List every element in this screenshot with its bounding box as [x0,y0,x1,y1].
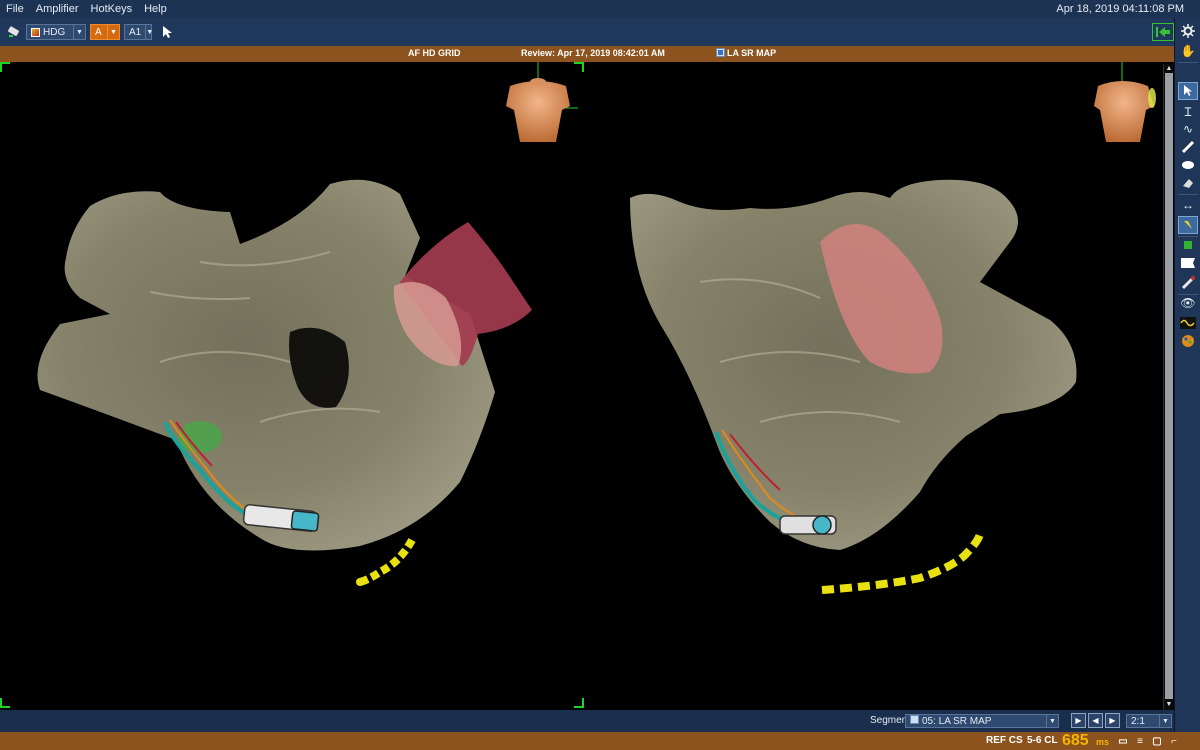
curve-icon[interactable]: ∿ [1178,120,1198,138]
segment-bar: Segment 05: LA SR MAP ▼ ▶ ◀ ▶ 2:1 ▼ [0,710,1174,732]
waveform-icon[interactable] [1178,314,1198,332]
catheter-icon[interactable] [1178,274,1198,292]
settings-icon[interactable] [1178,22,1198,40]
menu-amplifier[interactable]: Amplifier [30,3,85,15]
system-datetime: Apr 18, 2019 04:11:08 PM [1056,3,1184,15]
map-viewport[interactable] [0,62,1174,710]
left-atrium-shell-left[interactable] [37,179,533,551]
play-button[interactable]: ▶ [1071,713,1086,728]
chevron-down-icon: ▼ [1159,715,1171,727]
status-bar: REF CS 5-6 CL 685 ms ▭ ≡ ▢ ⌐ [0,732,1200,750]
flag-icon[interactable] [1178,254,1198,272]
line-icon[interactable] [1178,138,1198,156]
channel-selector[interactable]: A ▼ [90,24,120,40]
segment-selector-value: 05: LA SR MAP [922,715,992,727]
view-title-review: Review: Apr 17, 2019 08:42:01 AM [521,48,665,58]
scrollbar-thumb[interactable] [1165,73,1173,699]
orientation-torso-right[interactable] [1094,62,1156,142]
chevron-down-icon: ▼ [1046,715,1058,727]
pointer-icon[interactable] [158,23,176,41]
playback-ratio-selector[interactable]: 2:1 ▼ [1126,714,1172,728]
orientation-torso-left[interactable] [506,62,578,142]
left-atrium-shell-right[interactable] [630,179,1077,550]
tablet-icon[interactable] [4,23,22,41]
cycle-length-value: 685 [1062,732,1089,749]
eye-icon[interactable]: 👁 [1178,294,1198,312]
viewport-corner-marker [0,62,10,72]
step-forward-button[interactable]: ▶ [1105,713,1120,728]
menu-hotkeys[interactable]: HotKeys [85,3,139,15]
palette-icon[interactable] [1178,332,1198,350]
sub-channel-selector-value: A1 [129,26,142,38]
sub-channel-selector[interactable]: A1 ▼ [124,24,153,40]
measure-icon[interactable]: ↔ [1178,196,1198,214]
select-arrow-icon[interactable] [1178,82,1198,100]
chevron-down-icon: ▼ [145,25,153,39]
segment-selector[interactable]: 05: LA SR MAP ▼ [905,714,1059,728]
text-cursor-icon[interactable]: Ɪ [1178,102,1198,120]
menu-bar: File Amplifier HotKeys Help Apr 18, 2019… [0,0,1200,18]
map-selector-value: HDG [43,26,66,38]
map-doc-icon [716,48,725,59]
channel-selector-value: A [95,26,102,38]
viewport-corner-marker [0,698,10,708]
tool-separator [1178,194,1198,195]
view-title-left: AF HD GRID [408,48,461,58]
step-back-button[interactable]: ◀ [1088,713,1103,728]
eraser-icon[interactable] [1178,174,1198,192]
ruler-icon[interactable]: ⌐ [1168,735,1180,747]
segment-map-icon [910,715,919,727]
stack-icon[interactable]: ≡ [1134,735,1146,747]
toolbar: HDG ▼ A ▼ A1 ▼ [0,18,1200,46]
lasso-icon[interactable] [1178,216,1198,234]
cycle-length-unit: ms [1096,737,1110,747]
playback-ratio-value: 2:1 [1131,715,1145,727]
view-title-strip: AF HD GRID Review: Apr 17, 2019 08:42:01… [0,46,1174,62]
scroll-up-icon[interactable]: ▲ [1165,64,1173,72]
viewport-scrollbar[interactable]: ▲ ▼ [1163,64,1173,710]
menu-help[interactable]: Help [138,3,173,15]
viewport-corner-marker [574,698,584,708]
app-window: File Amplifier HotKeys Help Apr 18, 2019… [0,0,1200,750]
monitor-icon[interactable]: ▢ [1151,735,1163,747]
scroll-down-icon[interactable]: ▼ [1165,700,1173,708]
ellipse-icon[interactable] [1178,156,1198,174]
view-title-right: LA SR MAP [727,48,777,58]
reference-channel: REF CS [986,735,1023,746]
tool-separator [1178,62,1198,63]
chevron-down-icon: ▼ [107,25,119,39]
menu-file[interactable]: File [0,3,30,15]
back-arrow-icon[interactable] [1152,23,1174,41]
tool-panel: ✋ Ɪ ∿ ↔ 👁 [1174,18,1200,732]
layer-icon[interactable] [1178,236,1198,254]
anatomy-render [37,62,1156,594]
map-selector[interactable]: HDG ▼ [26,24,86,40]
comment-icon[interactable]: ▭ [1117,735,1129,747]
viewport-corner-marker [574,62,584,72]
chevron-down-icon: ▼ [73,25,85,39]
map-swatch-icon [31,27,40,37]
hand-icon[interactable]: ✋ [1178,42,1198,60]
cycle-length-label: 5-6 CL [1027,735,1058,746]
